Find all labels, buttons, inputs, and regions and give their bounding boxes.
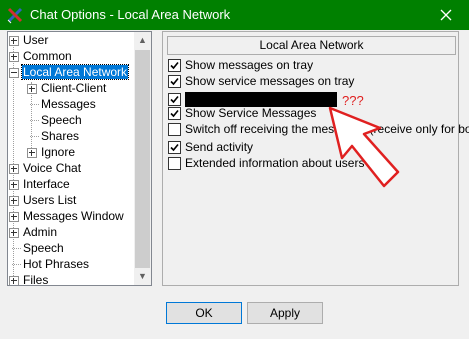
- expand-plus-icon[interactable]: [9, 212, 19, 222]
- close-icon: [440, 9, 452, 21]
- expand-plus-icon[interactable]: [9, 52, 19, 62]
- tree-item-label: Users List: [23, 193, 77, 207]
- tree-item[interactable]: Interface: [9, 177, 71, 193]
- expand-plus-icon[interactable]: [9, 36, 19, 46]
- redaction-bar: [185, 92, 337, 107]
- expand-plus-icon[interactable]: [27, 84, 37, 94]
- tree-item-label: Interface: [23, 177, 70, 191]
- tree-connector: [13, 42, 14, 282]
- tree-item-label: User: [23, 33, 49, 47]
- tree-connector: [12, 248, 21, 249]
- tree-item-label: Files: [23, 273, 49, 286]
- option-label: Send activity: [185, 140, 254, 154]
- checkbox[interactable]: [168, 141, 181, 154]
- tree-item[interactable]: Shares: [30, 129, 80, 145]
- checkbox[interactable]: [168, 59, 181, 72]
- tree-connector: [30, 104, 39, 105]
- tree-item[interactable]: Messages Window: [9, 209, 125, 225]
- title-bar[interactable]: Chat Options - Local Area Network: [0, 0, 469, 30]
- scroll-up-icon[interactable]: ▲: [134, 32, 151, 49]
- expand-plus-icon[interactable]: [9, 228, 19, 238]
- tree-connector: [30, 136, 39, 137]
- expand-plus-icon[interactable]: [9, 180, 19, 190]
- option-label: Show messages on tray: [185, 58, 314, 72]
- tree-item[interactable]: Voice Chat: [9, 161, 82, 177]
- tree-item-label: Local Area Network: [20, 64, 130, 80]
- expand-plus-icon[interactable]: [9, 276, 19, 285]
- tree-connector: [12, 264, 21, 265]
- checkmark-icon: [170, 143, 179, 152]
- checkmark-icon: [170, 109, 179, 118]
- close-button[interactable]: [423, 0, 469, 30]
- app-icon: [7, 7, 23, 24]
- tree-item[interactable]: Speech: [12, 241, 65, 257]
- expand-plus-icon[interactable]: [9, 196, 19, 206]
- tree-item-label: Hot Phrases: [23, 257, 90, 271]
- tree-item-label: Voice Chat: [23, 161, 82, 175]
- tree-item-label: Messages Window: [23, 209, 124, 223]
- annotation-arrow-icon: [328, 106, 400, 188]
- tree-item-label: Ignore: [41, 145, 76, 159]
- tree-item[interactable]: Speech: [30, 113, 83, 129]
- tree-item-label: Messages: [41, 97, 96, 111]
- tree-item-label: Speech: [41, 113, 82, 127]
- checkmark-icon: [170, 77, 179, 86]
- checkbox[interactable]: [168, 75, 181, 88]
- checkbox[interactable]: [168, 157, 181, 170]
- checkmark-icon: [170, 61, 179, 70]
- tree-item[interactable]: Ignore: [27, 145, 76, 161]
- scroll-thumb[interactable]: [135, 50, 150, 268]
- window-title: Chat Options - Local Area Network: [30, 7, 231, 22]
- tree-item[interactable]: User: [9, 33, 49, 49]
- apply-button[interactable]: Apply: [247, 302, 323, 324]
- checkmark-icon: [170, 95, 179, 104]
- options-tree[interactable]: ▲ ▼ User Common Local Area Network Client-C…: [7, 31, 152, 286]
- tree-item-label: Client-Client: [41, 81, 107, 95]
- tree-item-label: Speech: [23, 241, 64, 255]
- checkbox[interactable]: [168, 93, 181, 106]
- ok-button[interactable]: OK: [166, 302, 242, 324]
- expand-plus-icon[interactable]: [9, 164, 19, 174]
- tree-item[interactable]: Admin: [9, 225, 58, 241]
- collapse-minus-icon[interactable]: [9, 68, 19, 78]
- tree-item[interactable]: Messages: [30, 97, 97, 113]
- option-label: Show service messages on tray: [185, 74, 355, 88]
- settings-panel: Local Area Network Show messages on tray…: [162, 31, 469, 286]
- option-label: Show Service Messages: [185, 106, 317, 120]
- tree-item[interactable]: Users List: [9, 193, 77, 209]
- tree-item[interactable]: Local Area Network: [9, 64, 130, 81]
- tree-connector: [30, 120, 39, 121]
- tree-item[interactable]: Hot Phrases: [12, 257, 90, 273]
- tree-item[interactable]: Files: [9, 273, 49, 286]
- checkbox[interactable]: [168, 123, 181, 136]
- tree-item-label: Common: [23, 49, 72, 63]
- scroll-down-icon[interactable]: ▼: [134, 268, 151, 285]
- checkbox[interactable]: [168, 107, 181, 120]
- chat-options-window: Chat Options - Local Area Network ▲ ▼ Us…: [0, 0, 469, 339]
- panel-header: Local Area Network: [167, 36, 456, 55]
- tree-item[interactable]: Client-Client: [27, 81, 107, 97]
- expand-plus-icon[interactable]: [27, 148, 37, 158]
- tree-item-label: Shares: [41, 129, 80, 143]
- tree-item[interactable]: Common: [9, 49, 73, 65]
- tree-scrollbar[interactable]: ▲ ▼: [134, 32, 151, 285]
- tree-item-label: Admin: [23, 225, 58, 239]
